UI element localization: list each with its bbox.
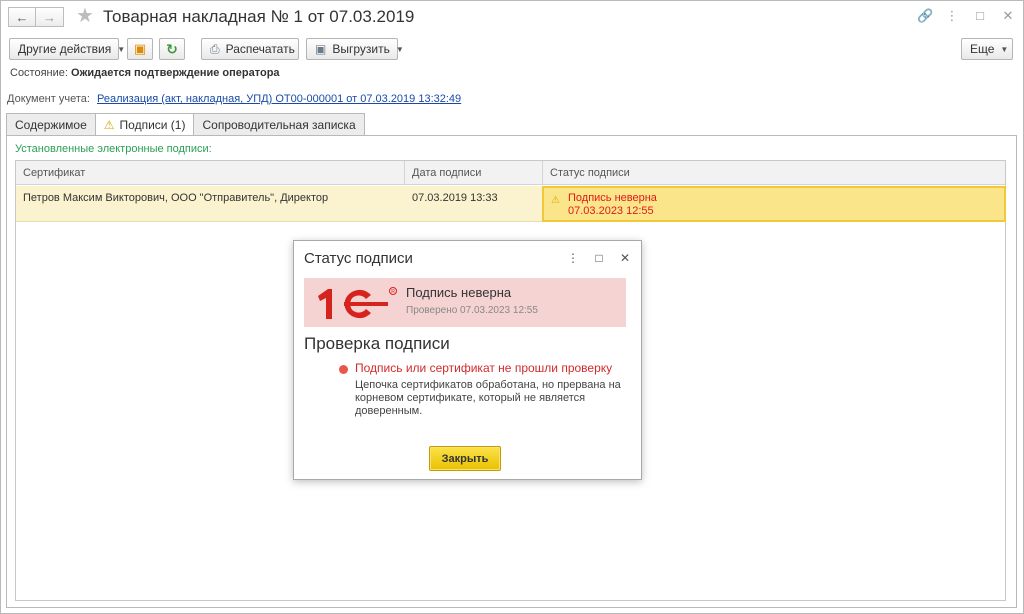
close-button[interactable]: Закрыть bbox=[429, 446, 501, 471]
tab-label: Подписи (1) bbox=[119, 118, 186, 132]
refresh-button[interactable]: ↻ bbox=[159, 38, 185, 60]
state-label: Состояние: bbox=[10, 67, 68, 79]
signature-status-dialog: Статус подписи ⋮ □ ✕ R Подпись неверна П… bbox=[293, 240, 642, 480]
arrow-left-icon: ← bbox=[15, 9, 29, 25]
result-description: Цепочка сертификатов обработана, но прер… bbox=[355, 379, 621, 417]
document-label: Документ учета: bbox=[7, 93, 90, 105]
print-label: Распечатать bbox=[225, 42, 295, 56]
link-icon[interactable]: 🔗 bbox=[917, 9, 933, 23]
tab-contents[interactable]: Содержимое bbox=[6, 113, 96, 135]
chevron-down-icon: ▼ bbox=[395, 44, 404, 54]
maximize-icon[interactable]: □ bbox=[973, 9, 987, 23]
section-label: Установленные электронные подписи: bbox=[15, 143, 212, 155]
more-label: Еще bbox=[970, 42, 995, 56]
document-window: ← → ★ Товарная накладная № 1 от 07.03.20… bbox=[0, 0, 1024, 614]
back-button[interactable]: ← bbox=[8, 7, 36, 27]
svg-text:R: R bbox=[391, 289, 395, 295]
date-cell: 07.03.2019 13:33 bbox=[412, 192, 498, 204]
print-button[interactable]: ⎙ Распечатать bbox=[201, 38, 299, 60]
close-icon[interactable]: ✕ bbox=[1001, 9, 1015, 23]
export-button[interactable]: ▣ Выгрузить ▼ bbox=[306, 38, 404, 60]
document-link[interactable]: Реализация (акт, накладная, УПД) ОТ00-00… bbox=[97, 93, 461, 105]
status-text: Подпись неверна bbox=[568, 192, 657, 204]
printer-icon: ⎙ bbox=[210, 41, 220, 56]
maximize-icon[interactable]: □ bbox=[593, 252, 605, 264]
other-actions-button[interactable]: Другие действия ▼ bbox=[9, 38, 125, 60]
column-header-status[interactable]: Статус подписи bbox=[543, 161, 1005, 185]
status-banner: R Подпись неверна Проверено 07.03.2023 1… bbox=[304, 278, 626, 327]
column-header-certificate[interactable]: Сертификат bbox=[16, 161, 405, 185]
state-value: Ожидается подтверждение оператора bbox=[71, 67, 280, 79]
table-header: Сертификат Дата подписи Статус подписи bbox=[16, 161, 1005, 185]
export-label: Выгрузить bbox=[332, 42, 390, 56]
more-icon[interactable]: ⋮ bbox=[567, 252, 579, 264]
status-date: 07.03.2023 12:55 bbox=[568, 205, 654, 217]
certificate-cell: Петров Максим Викторович, ООО "Отправите… bbox=[23, 192, 329, 204]
1c-logo-icon: R bbox=[318, 287, 397, 319]
arrow-right-icon: → bbox=[43, 9, 56, 25]
state-line: Состояние: Ожидается подтверждение опера… bbox=[10, 67, 280, 79]
tab-signatures[interactable]: ⚠ Подписи (1) bbox=[94, 113, 195, 136]
warning-icon: ⚠ bbox=[103, 118, 115, 132]
more-icon[interactable]: ⋮ bbox=[945, 9, 959, 23]
star-icon[interactable]: ★ bbox=[76, 6, 94, 26]
window-title: Товарная накладная № 1 от 07.03.2019 bbox=[103, 7, 415, 26]
tab-strip: Содержимое ⚠ Подписи (1) Сопроводительна… bbox=[6, 113, 365, 136]
more-button[interactable]: Еще ▼ bbox=[961, 38, 1013, 60]
tab-label: Содержимое bbox=[15, 117, 87, 132]
tab-cover-note[interactable]: Сопроводительная записка bbox=[193, 113, 365, 135]
error-dot-icon bbox=[339, 365, 348, 374]
result-text: Подпись или сертификат не прошли проверк… bbox=[355, 361, 613, 375]
chevron-down-icon: ▼ bbox=[117, 44, 126, 54]
other-actions-label: Другие действия bbox=[18, 42, 112, 56]
window-controls: 🔗 ⋮ □ ✕ bbox=[917, 9, 1015, 23]
column-header-date[interactable]: Дата подписи bbox=[405, 161, 543, 185]
title-bar: ← → ★ Товарная накладная № 1 от 07.03.20… bbox=[1, 1, 1023, 33]
save-icon: ▣ bbox=[315, 42, 327, 56]
table-row[interactable]: Петров Максим Викторович, ООО "Отправите… bbox=[16, 186, 1006, 222]
forward-button[interactable]: → bbox=[36, 7, 64, 27]
command-bar: Другие действия ▼ ▣ ↻ ⎙ Распечатать ▣ Вы… bbox=[9, 38, 1015, 60]
structure-button[interactable]: ▣ bbox=[127, 38, 153, 60]
dialog-controls: ⋮ □ ✕ bbox=[567, 252, 631, 264]
refresh-icon: ↻ bbox=[166, 40, 178, 57]
check-heading: Проверка подписи bbox=[304, 334, 450, 353]
document-line: Документ учета: Реализация (акт, накладн… bbox=[7, 93, 461, 105]
banner-status: Подпись неверна bbox=[406, 285, 512, 300]
close-icon[interactable]: ✕ bbox=[619, 252, 631, 264]
status-cell[interactable]: ⚠ Подпись неверна 07.03.2023 12:55 bbox=[542, 186, 1006, 222]
banner-checked: Проверено 07.03.2023 12:55 bbox=[406, 305, 538, 316]
chevron-down-icon: ▼ bbox=[1000, 44, 1009, 54]
nav-group: ← → bbox=[8, 7, 64, 27]
hierarchy-icon: ▣ bbox=[133, 41, 147, 56]
warning-icon: ⚠ bbox=[551, 195, 560, 206]
dialog-title: Статус подписи bbox=[304, 250, 413, 267]
tab-label: Сопроводительная записка bbox=[202, 117, 356, 132]
